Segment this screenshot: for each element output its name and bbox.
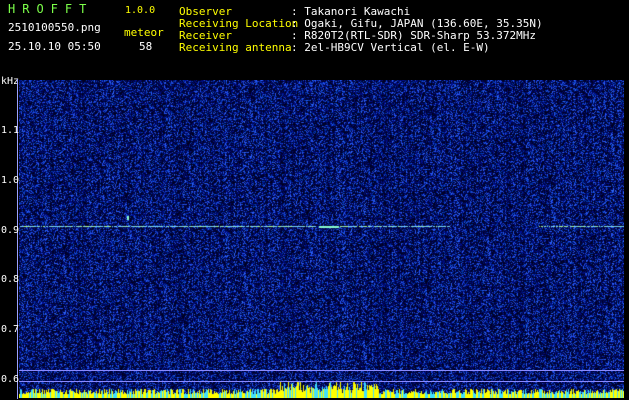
meteor-count: 58 xyxy=(139,40,153,53)
reference-line-upper xyxy=(19,370,624,371)
filename: 2510100550.png xyxy=(8,21,101,34)
y-tick-label: 1.0 xyxy=(1,175,20,186)
reference-line-lower xyxy=(19,381,624,382)
y-tick-label: 0.6 xyxy=(1,374,20,385)
y-tick-label: 0.7 xyxy=(1,324,20,335)
meteor-label: meteor xyxy=(124,26,164,39)
waterfall-spectrogram xyxy=(19,80,624,398)
y-tick-label: 1.1 xyxy=(1,125,20,136)
info-label-antenna: Receiving antenna xyxy=(179,41,292,54)
timestamp: 25.10.10 05:50 xyxy=(8,40,101,53)
app-version: 1.0.0 xyxy=(125,5,156,16)
info-value-antenna: : 2el-HB9CV Vertical (el. E-W) xyxy=(291,41,490,54)
y-tick-label: 0.8 xyxy=(1,274,20,285)
y-tick-label: 0.9 xyxy=(1,225,20,236)
app-title: HROFFT xyxy=(8,2,94,16)
